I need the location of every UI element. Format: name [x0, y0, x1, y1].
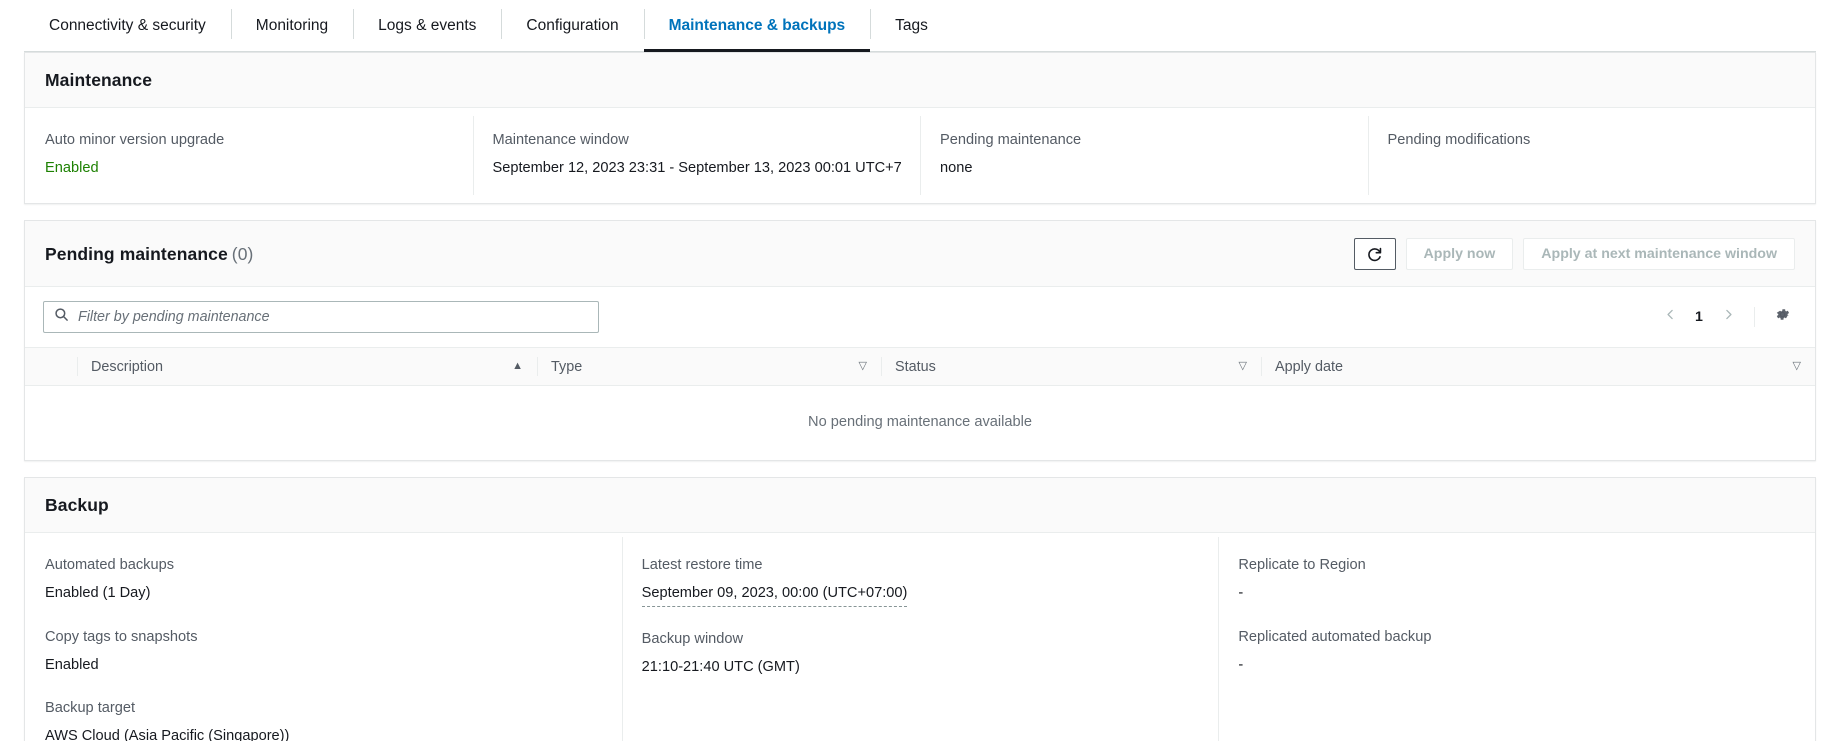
maintenance-panel: Maintenance Auto minor version upgrade E… [24, 52, 1816, 205]
chevron-right-icon [1722, 308, 1735, 326]
table-preferences-button[interactable] [1767, 302, 1797, 332]
field-latest-restore-time: Latest restore time September 09, 2023, … [641, 555, 1199, 607]
field-copy-tags-to-snapshots: Copy tags to snapshots Enabled [45, 627, 602, 676]
field-pending-modifications: Pending modifications [1367, 108, 1816, 203]
tab-bar: Connectivity & security Monitoring Logs … [0, 0, 1834, 52]
tab-maintenance-backups[interactable]: Maintenance & backups [643, 0, 871, 52]
column-label: Status [895, 358, 936, 375]
table-empty-row: No pending maintenance available [25, 386, 1815, 461]
field-value: 21:10-21:40 UTC (GMT) [641, 658, 800, 675]
table-body: No pending maintenance available [25, 386, 1815, 461]
pagination-page-1[interactable]: 1 [1688, 309, 1710, 325]
refresh-button[interactable] [1353, 238, 1396, 271]
column-label: Apply date [1275, 358, 1344, 375]
field-maintenance-window: Maintenance window September 12, 2023 23… [472, 108, 921, 203]
sort-descending-icon: ▽ [1238, 360, 1247, 373]
field-value: Enabled (1 Day) [45, 585, 151, 602]
backup-fields: Automated backups Enabled (1 Day) Copy t… [25, 533, 1815, 741]
pagination-divider [1754, 307, 1755, 328]
refresh-icon [1366, 246, 1383, 263]
panel-title: Backup [45, 495, 109, 516]
pending-maintenance-header: Pending maintenance (0) Apply now Apply a… [25, 221, 1815, 288]
field-label: Latest restore time [641, 557, 763, 574]
backup-column-2: Latest restore time September 09, 2023, … [621, 533, 1219, 741]
filter-search-box[interactable] [43, 301, 599, 334]
field-label: Auto minor version upgrade [45, 132, 225, 148]
table-header-row: Description ▲ Type ▽ Status ▽ Apply date… [25, 347, 1815, 387]
field-pending-maintenance: Pending maintenance none [920, 108, 1368, 203]
panel-title: Maintenance [45, 70, 153, 90]
tab-label: Connectivity & security [49, 17, 206, 34]
field-value: - [1238, 585, 1244, 602]
field-label: Maintenance window [492, 132, 629, 148]
backup-panel-header: Backup [25, 478, 1815, 534]
field-value: Enabled [45, 656, 99, 673]
field-value: - [1238, 656, 1244, 673]
pagination: 1 [1656, 302, 1797, 332]
page-title: Pending maintenance (0) [45, 244, 253, 265]
column-select [25, 347, 77, 387]
maintenance-fields: Auto minor version upgrade Enabled Maint… [25, 108, 1815, 203]
field-label: Pending maintenance [940, 132, 1082, 148]
tab-configuration[interactable]: Configuration [501, 0, 643, 52]
pending-maintenance-actions: Apply now Apply at next maintenance wind… [1353, 238, 1795, 271]
sort-ascending-icon: ▲ [512, 360, 523, 373]
pending-maintenance-panel: Pending maintenance (0) Apply now Apply a… [24, 220, 1816, 462]
field-value: Enabled [45, 160, 99, 177]
column-label: Type [551, 358, 583, 375]
pending-maintenance-table: Description ▲ Type ▽ Status ▽ Apply date… [25, 347, 1815, 460]
column-header-apply-date[interactable]: Apply date ▽ [1261, 347, 1815, 387]
field-value: AWS Cloud (Asia Pacific (Singapore)) [45, 728, 290, 741]
gear-icon [1774, 306, 1791, 328]
tab-logs-events[interactable]: Logs & events [353, 0, 501, 52]
tab-monitoring[interactable]: Monitoring [230, 0, 353, 52]
field-value: none [940, 160, 973, 177]
pending-maintenance-title: Pending maintenance [45, 243, 228, 264]
tab-label: Logs & events [378, 17, 477, 34]
pending-maintenance-count: (0) [231, 243, 254, 264]
field-backup-window: Backup window 21:10-21:40 UTC (GMT) [642, 629, 1199, 678]
sort-descending-icon: ▽ [858, 360, 867, 373]
field-label: Backup window [641, 630, 744, 647]
tab-label: Maintenance & backups [668, 17, 846, 34]
tab-label: Configuration [526, 17, 619, 34]
pending-maintenance-filter-row: 1 [25, 287, 1815, 347]
backup-panel: Backup Automated backups Enabled (1 Day)… [24, 477, 1816, 741]
field-automated-backups: Automated backups Enabled (1 Day) [45, 555, 602, 604]
column-label: Description [91, 358, 163, 375]
backup-column-1: Automated backups Enabled (1 Day) Copy t… [25, 533, 622, 741]
sort-descending-icon: ▽ [1792, 360, 1801, 373]
column-header-type[interactable]: Type ▽ [537, 347, 881, 387]
search-input[interactable] [78, 309, 588, 326]
pagination-next-button[interactable] [1714, 303, 1742, 331]
pagination-prev-button[interactable] [1656, 303, 1684, 331]
field-label: Copy tags to snapshots [45, 628, 198, 645]
field-label: Replicate to Region [1238, 557, 1366, 574]
table-head: Description ▲ Type ▽ Status ▽ Apply date… [25, 347, 1815, 387]
field-value[interactable]: September 09, 2023, 00:00 (UTC+07:00) [641, 583, 908, 607]
backup-column-3: Replicate to Region - Replicated automat… [1218, 533, 1815, 741]
tab-label: Tags [895, 17, 928, 34]
field-replicated-automated-backup: Replicated automated backup - [1238, 627, 1795, 676]
field-label: Backup target [45, 699, 136, 716]
field-value: September 12, 2023 23:31 - September 13,… [492, 160, 902, 177]
column-header-description[interactable]: Description ▲ [77, 347, 537, 387]
search-icon [54, 307, 69, 327]
tab-label: Monitoring [255, 17, 329, 34]
apply-now-button[interactable]: Apply now [1405, 238, 1514, 271]
field-label: Replicated automated backup [1238, 628, 1432, 645]
column-header-status[interactable]: Status ▽ [881, 347, 1261, 387]
apply-at-next-maintenance-window-button[interactable]: Apply at next maintenance window [1523, 238, 1795, 271]
tab-connectivity-security[interactable]: Connectivity & security [24, 0, 231, 52]
maintenance-panel-header: Maintenance [25, 53, 1815, 108]
field-replicate-to-region: Replicate to Region - [1238, 555, 1795, 604]
field-auto-minor-version-upgrade: Auto minor version upgrade Enabled [25, 108, 473, 203]
tab-tags[interactable]: Tags [870, 0, 953, 52]
empty-state-message: No pending maintenance available [808, 414, 1032, 431]
field-label: Automated backups [45, 557, 174, 574]
field-backup-target: Backup target AWS Cloud (Asia Pacific (S… [45, 698, 602, 741]
chevron-left-icon [1664, 308, 1677, 326]
field-label: Pending modifications [1387, 132, 1531, 148]
